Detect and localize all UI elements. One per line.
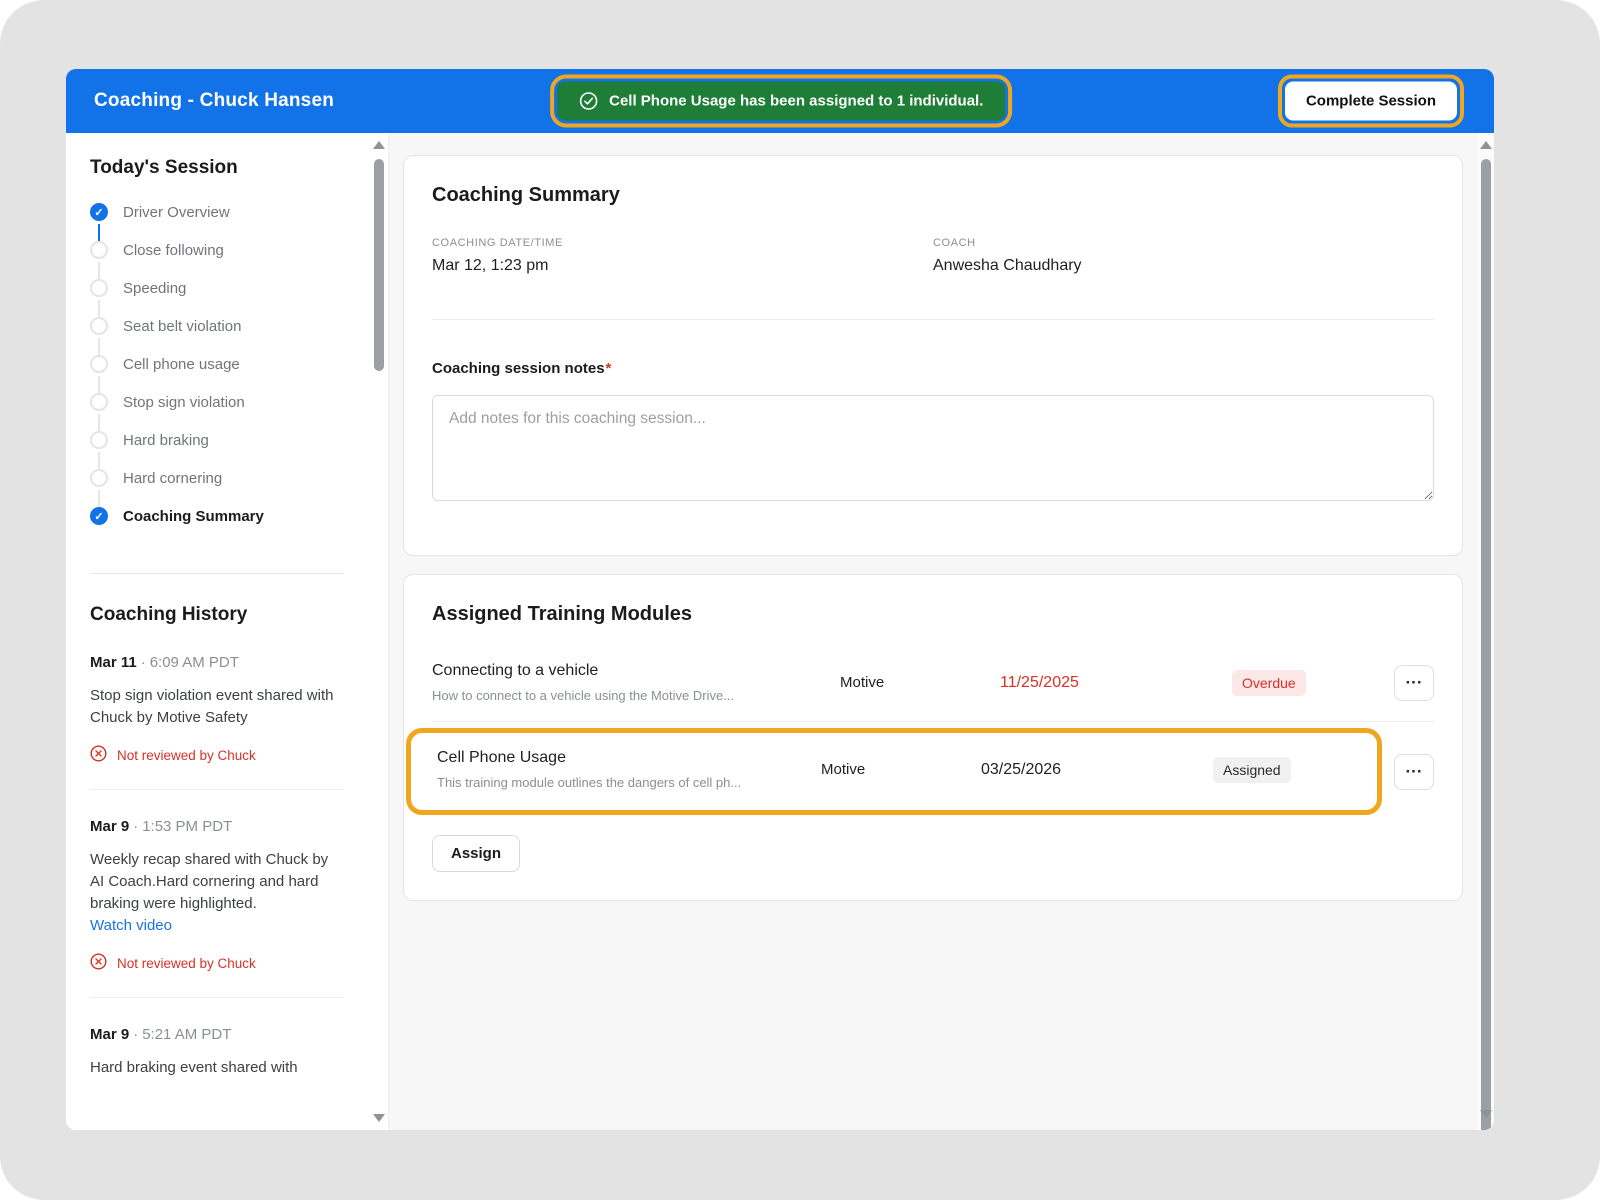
review-status-label: Not reviewed by Chuck	[117, 748, 256, 763]
history-divider	[90, 997, 344, 998]
step-check-icon: ✓	[90, 507, 108, 525]
step-check-icon: ✓	[90, 203, 108, 221]
coaching-datetime-field: COACHING DATE/TIME Mar 12, 1:23 pm	[432, 237, 933, 275]
step-circle-icon	[90, 317, 108, 335]
main-content: Coaching Summary COACHING DATE/TIME Mar …	[389, 133, 1478, 1130]
history-entry-text: Stop sign violation event shared with Ch…	[90, 685, 344, 729]
toast-message: Cell Phone Usage has been assigned to 1 …	[609, 93, 983, 110]
history-entry: Mar 9·1:53 PM PDT Weekly recap shared wi…	[90, 818, 344, 998]
session-sidebar: Today's Session ✓ Driver Overview Close …	[66, 133, 389, 1130]
history-entry-meta: Mar 9·5:21 AM PDT	[90, 1026, 344, 1043]
coaching-datetime-value: Mar 12, 1:23 pm	[432, 257, 933, 275]
module-name: Cell Phone Usage	[437, 749, 811, 767]
coaching-notes-input[interactable]	[432, 395, 1434, 501]
todays-session-heading: Today's Session	[90, 157, 344, 179]
x-circle-icon	[90, 953, 107, 973]
sidebar-scrollbar[interactable]	[372, 133, 386, 1130]
history-entry: Mar 9·5:21 AM PDT Hard braking event sha…	[90, 1026, 344, 1079]
module-description: This training module outlines the danger…	[437, 775, 811, 790]
sidebar-item-coaching-summary[interactable]: ✓ Coaching Summary	[90, 507, 344, 545]
module-provider: Motive	[840, 674, 1000, 691]
watch-video-link[interactable]: Watch video	[90, 915, 172, 937]
assigned-training-modules-title: Assigned Training Modules	[432, 603, 1434, 626]
status-badge: Overdue	[1232, 670, 1306, 696]
complete-session-button[interactable]: Complete Session	[1285, 82, 1457, 121]
ellipsis-icon: ···	[1406, 674, 1423, 691]
step-circle-icon	[90, 241, 108, 259]
review-status: Not reviewed by Chuck	[90, 745, 344, 765]
scroll-down-arrow-icon[interactable]	[1480, 1110, 1492, 1118]
sidebar-item-hard-braking[interactable]: Hard braking	[90, 431, 344, 469]
sidebar-item-speeding[interactable]: Speeding	[90, 279, 344, 317]
coach-label: COACH	[933, 237, 1434, 249]
session-steps: ✓ Driver Overview Close following Speedi…	[90, 203, 344, 545]
history-divider	[90, 789, 344, 790]
sidebar-divider	[90, 573, 344, 574]
sidebar-item-close-following[interactable]: Close following	[90, 241, 344, 279]
coach-field: COACH Anwesha Chaudhary	[933, 237, 1434, 275]
module-highlight-ring: Cell Phone Usage This training module ou…	[406, 728, 1382, 815]
scroll-up-arrow-icon[interactable]	[373, 141, 385, 149]
scrollbar-thumb[interactable]	[374, 159, 384, 371]
status-badge: Assigned	[1213, 757, 1291, 783]
complete-session-highlight-ring: Complete Session	[1278, 75, 1464, 128]
training-module-row: Cell Phone Usage This training module ou…	[432, 722, 1434, 825]
module-description: How to connect to a vehicle using the Mo…	[432, 688, 830, 703]
success-toast: Cell Phone Usage has been assigned to 1 …	[557, 82, 1005, 121]
page-background: Coaching - Chuck Hansen Cell Phone Usage…	[0, 0, 1600, 1200]
sidebar-item-seat-belt-violation[interactable]: Seat belt violation	[90, 317, 344, 355]
training-module-row: Connecting to a vehicle How to connect t…	[432, 644, 1434, 721]
assigned-training-modules-card: Assigned Training Modules Connecting to …	[403, 574, 1463, 901]
coaching-modal: Coaching - Chuck Hansen Cell Phone Usage…	[66, 69, 1494, 1130]
notes-label: Coaching session notes*	[432, 360, 1434, 377]
x-circle-icon	[90, 745, 107, 765]
history-entry-meta: Mar 9·1:53 PM PDT	[90, 818, 344, 835]
modal-header: Coaching - Chuck Hansen Cell Phone Usage…	[66, 69, 1494, 133]
sidebar-item-stop-sign-violation[interactable]: Stop sign violation	[90, 393, 344, 431]
module-provider: Motive	[821, 761, 981, 778]
coaching-datetime-label: COACHING DATE/TIME	[432, 237, 933, 249]
assign-button[interactable]: Assign	[432, 835, 520, 872]
history-entry-text: Weekly recap shared with Chuck by AI Coa…	[90, 849, 344, 937]
history-entry-meta: Mar 11·6:09 AM PDT	[90, 654, 344, 671]
history-entry-text: Hard braking event shared with	[90, 1057, 344, 1079]
toast-highlight-ring: Cell Phone Usage has been assigned to 1 …	[550, 75, 1012, 128]
step-circle-icon	[90, 469, 108, 487]
check-circle-icon	[579, 92, 598, 111]
scroll-down-arrow-icon[interactable]	[373, 1114, 385, 1122]
step-circle-icon	[90, 431, 108, 449]
module-menu-button[interactable]: ···	[1394, 665, 1434, 701]
ellipsis-icon: ···	[1406, 763, 1423, 780]
review-status-label: Not reviewed by Chuck	[117, 956, 256, 971]
scroll-up-arrow-icon[interactable]	[1480, 141, 1492, 149]
step-circle-icon	[90, 393, 108, 411]
module-due-date: 11/25/2025	[1000, 674, 1232, 692]
step-circle-icon	[90, 279, 108, 297]
card-divider	[432, 319, 1434, 320]
review-status: Not reviewed by Chuck	[90, 953, 344, 973]
sidebar-item-driver-overview[interactable]: ✓ Driver Overview	[90, 203, 344, 241]
required-asterisk: *	[606, 360, 612, 377]
module-due-date: 03/25/2026	[981, 761, 1213, 779]
module-menu-button[interactable]: ···	[1394, 754, 1434, 790]
coaching-history-heading: Coaching History	[90, 604, 344, 626]
module-name: Connecting to a vehicle	[432, 662, 830, 680]
main-scrollbar[interactable]	[1478, 133, 1494, 1130]
coaching-summary-card: Coaching Summary COACHING DATE/TIME Mar …	[403, 155, 1463, 556]
history-entry: Mar 11·6:09 AM PDT Stop sign violation e…	[90, 654, 344, 790]
sidebar-item-hard-cornering[interactable]: Hard cornering	[90, 469, 344, 507]
scrollbar-thumb[interactable]	[1481, 159, 1491, 1130]
coaching-summary-title: Coaching Summary	[432, 184, 1434, 207]
page-title: Coaching - Chuck Hansen	[94, 90, 334, 112]
sidebar-item-cell-phone-usage[interactable]: Cell phone usage	[90, 355, 344, 393]
coach-value: Anwesha Chaudhary	[933, 257, 1434, 275]
step-circle-icon	[90, 355, 108, 373]
